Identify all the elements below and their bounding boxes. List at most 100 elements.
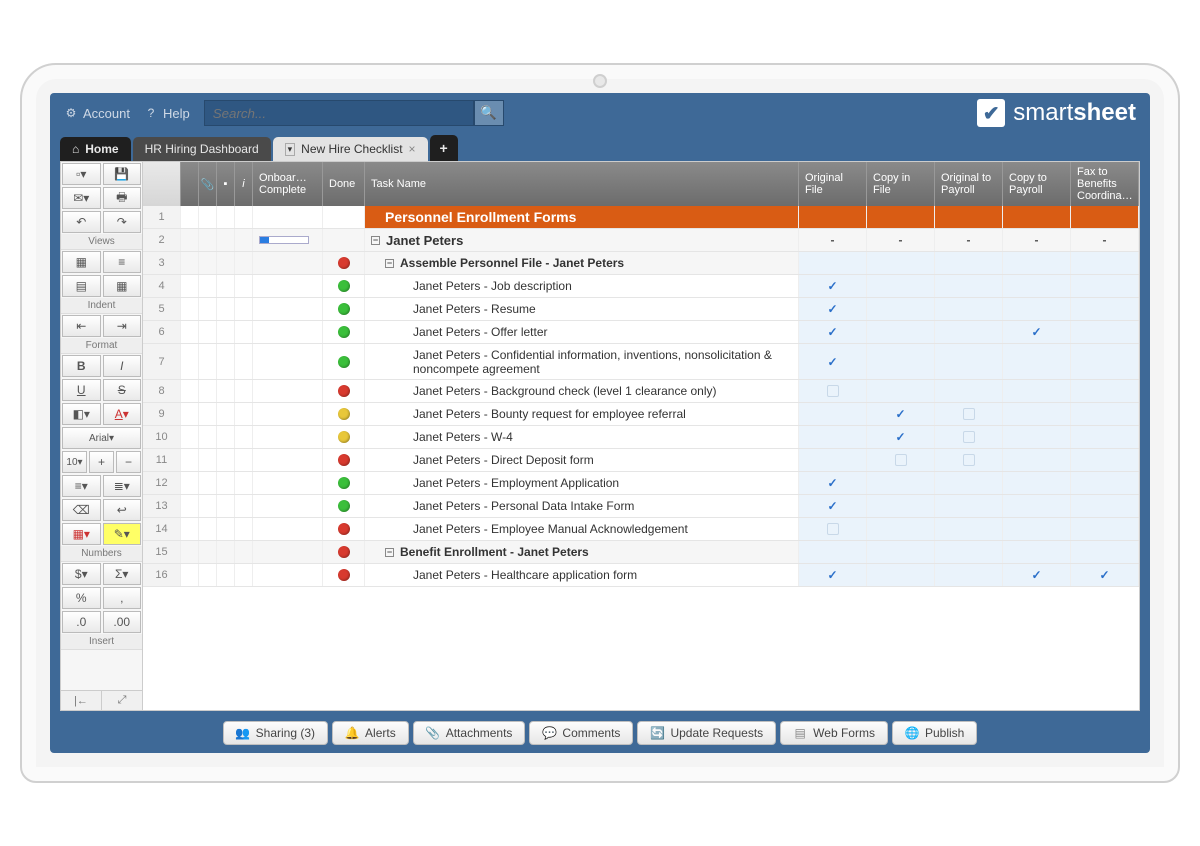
done-cell[interactable] [323, 298, 365, 320]
check-cell[interactable] [935, 275, 1003, 297]
task-cell[interactable]: Janet Peters - Healthcare application fo… [365, 564, 799, 586]
col-original-payroll[interactable]: Original to Payroll [935, 162, 1003, 206]
check-cell[interactable] [867, 321, 935, 343]
col-attach-icon[interactable]: 📎 [199, 162, 217, 206]
check-cell[interactable] [867, 541, 935, 563]
fill-color[interactable]: ◧▾ [62, 403, 101, 425]
row-number[interactable]: 12 [143, 472, 181, 494]
check-cell[interactable] [799, 564, 867, 586]
complete-cell[interactable] [253, 449, 323, 471]
row-number[interactable]: 15 [143, 541, 181, 563]
check-cell[interactable] [867, 495, 935, 517]
table-row[interactable]: 15−Benefit Enrollment - Janet Peters [143, 541, 1139, 564]
italic-button[interactable]: I [103, 355, 142, 377]
tb-mail[interactable]: ✉▾ [62, 187, 101, 209]
grid-body[interactable]: 1Personnel Enrollment Forms2−Janet Peter… [143, 206, 1139, 710]
check-cell[interactable] [867, 344, 935, 379]
check-cell[interactable] [867, 564, 935, 586]
check-cell[interactable] [935, 252, 1003, 274]
check-cell[interactable]: - [935, 229, 1003, 251]
table-row[interactable]: 4 Janet Peters - Job description [143, 275, 1139, 298]
complete-cell[interactable] [253, 344, 323, 379]
task-cell[interactable]: Personnel Enrollment Forms [365, 206, 799, 228]
row-number[interactable]: 8 [143, 380, 181, 402]
row-number[interactable]: 11 [143, 449, 181, 471]
check-cell[interactable] [1071, 541, 1139, 563]
check-cell[interactable] [935, 426, 1003, 448]
col-original-file[interactable]: Original File [799, 162, 867, 206]
percent[interactable]: % [62, 587, 101, 609]
alerts-button[interactable]: 🔔Alerts [332, 721, 409, 745]
done-cell[interactable] [323, 403, 365, 425]
row-number[interactable]: 9 [143, 403, 181, 425]
task-cell[interactable]: Janet Peters - Job description [365, 275, 799, 297]
complete-cell[interactable] [253, 495, 323, 517]
check-cell[interactable] [867, 298, 935, 320]
check-cell[interactable] [1003, 380, 1071, 402]
task-cell[interactable]: Janet Peters - Resume [365, 298, 799, 320]
view-grid[interactable]: ▦ [62, 251, 101, 273]
align-h[interactable]: ≡▾ [62, 475, 101, 497]
check-cell[interactable] [1003, 541, 1071, 563]
check-cell[interactable] [1003, 298, 1071, 320]
check-cell[interactable] [935, 541, 1003, 563]
check-cell[interactable] [1071, 298, 1139, 320]
row-number[interactable]: 10 [143, 426, 181, 448]
tab-add[interactable]: + [430, 135, 458, 161]
check-cell[interactable] [1071, 449, 1139, 471]
indent-button[interactable]: ⇥ [103, 315, 142, 337]
complete-cell[interactable] [253, 321, 323, 343]
check-cell[interactable] [867, 380, 935, 402]
attachments-button[interactable]: 📎Attachments [413, 721, 526, 745]
check-cell[interactable] [935, 344, 1003, 379]
table-row[interactable]: 1Personnel Enrollment Forms [143, 206, 1139, 229]
table-row[interactable]: 9Janet Peters - Bounty request for emplo… [143, 403, 1139, 426]
align-v[interactable]: ≣▾ [103, 475, 142, 497]
underline-button[interactable]: U [62, 379, 101, 401]
tb-save[interactable]: 💾 [103, 163, 142, 185]
check-cell[interactable] [935, 380, 1003, 402]
publish-button[interactable]: 🌐Publish [892, 721, 977, 745]
clear-format[interactable]: ⌫ [62, 499, 101, 521]
done-cell[interactable] [323, 449, 365, 471]
check-cell[interactable] [1003, 449, 1071, 471]
row-number[interactable]: 3 [143, 252, 181, 274]
check-cell[interactable] [867, 206, 935, 228]
table-row[interactable]: 12Janet Peters - Employment Application [143, 472, 1139, 495]
check-cell[interactable] [935, 564, 1003, 586]
check-cell[interactable]: - [1071, 229, 1139, 251]
size-up[interactable]: + [89, 451, 114, 473]
tb-redo[interactable]: ↷ [103, 211, 142, 233]
size-down[interactable]: − [116, 451, 141, 473]
col-info-icon[interactable]: i [235, 162, 253, 206]
task-cell[interactable]: Janet Peters - Personal Data Intake Form [365, 495, 799, 517]
done-cell[interactable] [323, 252, 365, 274]
check-cell[interactable] [935, 321, 1003, 343]
check-cell[interactable] [935, 449, 1003, 471]
help-link[interactable]: ? Help [144, 106, 190, 121]
complete-cell[interactable] [253, 206, 323, 228]
task-cell[interactable]: Janet Peters - Offer letter [365, 321, 799, 343]
check-cell[interactable] [1071, 426, 1139, 448]
check-cell[interactable] [935, 206, 1003, 228]
search-input[interactable] [204, 100, 474, 126]
row-number[interactable]: 4 [143, 275, 181, 297]
check-cell[interactable] [799, 380, 867, 402]
check-cell[interactable] [799, 344, 867, 379]
collapse-toggle[interactable]: − [385, 548, 394, 557]
done-cell[interactable] [323, 518, 365, 540]
done-cell[interactable] [323, 495, 365, 517]
check-cell[interactable] [799, 541, 867, 563]
check-cell[interactable] [799, 403, 867, 425]
check-cell[interactable] [1003, 564, 1071, 586]
complete-cell[interactable] [253, 380, 323, 402]
complete-cell[interactable] [253, 252, 323, 274]
check-cell[interactable] [799, 472, 867, 494]
complete-cell[interactable] [253, 426, 323, 448]
size-picker[interactable]: 10▾ [62, 451, 87, 473]
account-link[interactable]: ⚙ Account [64, 106, 130, 121]
col-copy-file[interactable]: Copy in File [867, 162, 935, 206]
task-cell[interactable]: Janet Peters - Employee Manual Acknowled… [365, 518, 799, 540]
highlight[interactable]: ✎▾ [103, 523, 142, 545]
fullscreen[interactable]: ⤢ [102, 691, 143, 710]
